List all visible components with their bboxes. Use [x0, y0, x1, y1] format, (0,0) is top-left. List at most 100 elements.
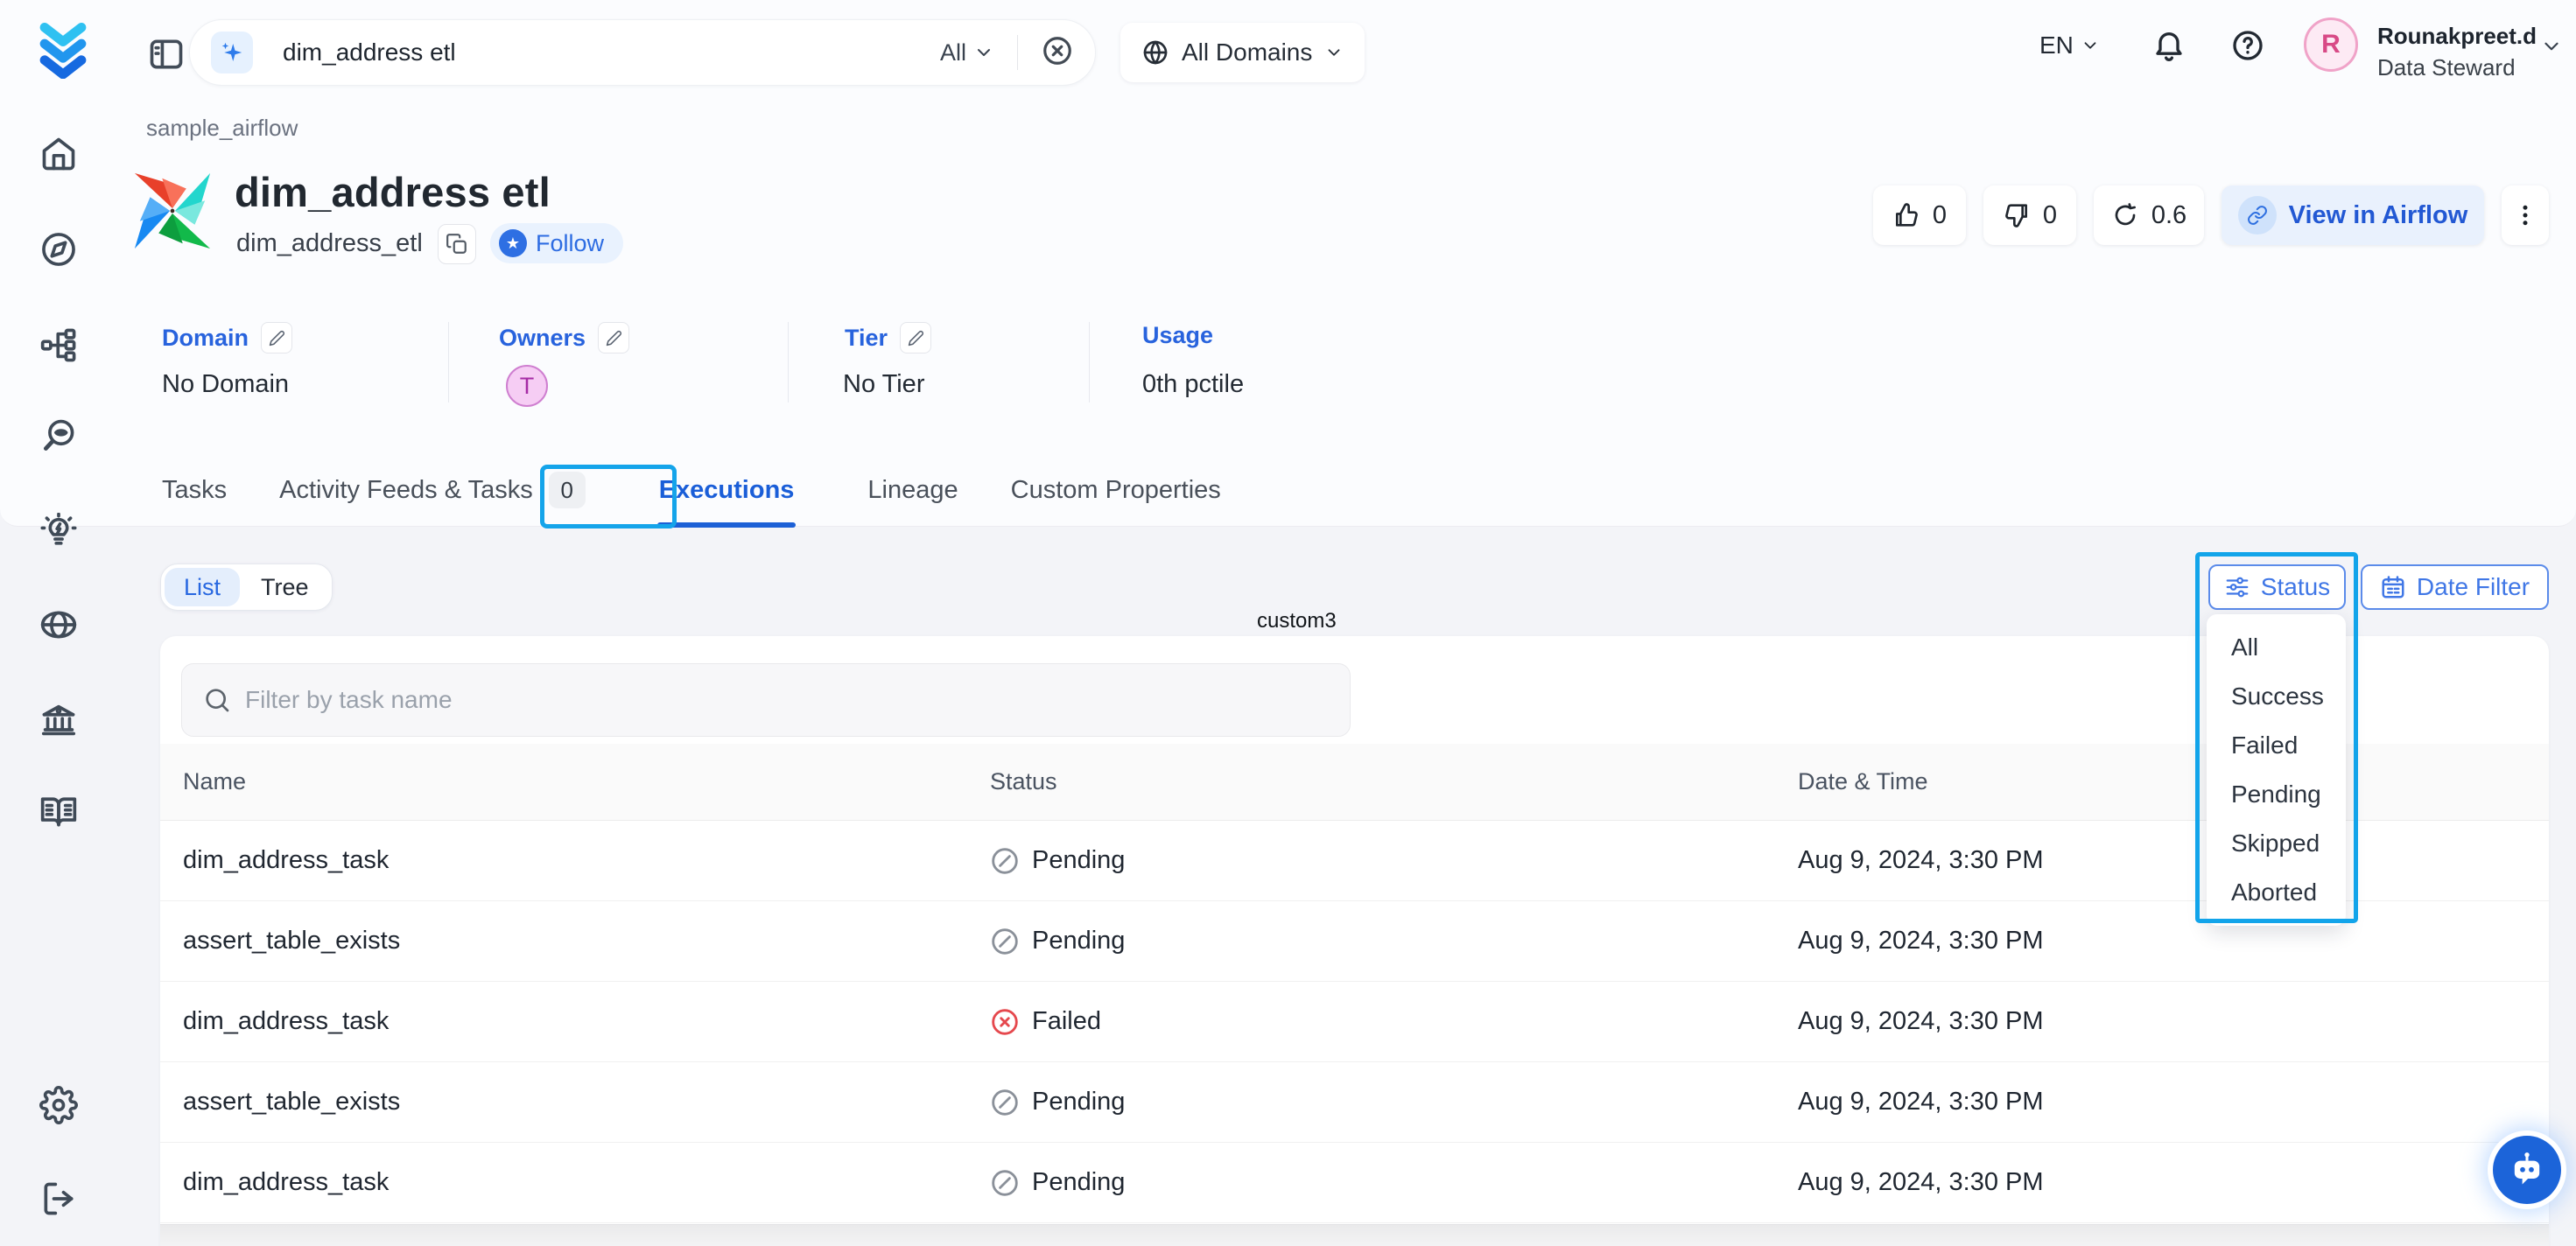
table-header: Name Status Date & Time	[160, 744, 2549, 821]
task-name: dim_address_task	[160, 1007, 967, 1036]
execution-row[interactable]: dim_address_taskFailedAug 9, 2024, 3:30 …	[160, 982, 2549, 1062]
owner-avatar[interactable]: T	[506, 365, 548, 407]
owners-label: Owners	[499, 322, 629, 354]
sidebar-item-domains[interactable]	[39, 606, 78, 644]
tab-tasks[interactable]: Tasks	[162, 476, 227, 508]
pencil-icon	[908, 330, 924, 346]
list-view-toggle[interactable]: List	[165, 568, 240, 606]
upvote-button[interactable]: 0	[1873, 186, 1966, 245]
status-text: Pending	[1032, 846, 1125, 875]
status-text: Pending	[1032, 927, 1125, 956]
task-filter-field[interactable]	[181, 663, 1351, 737]
pending-icon	[990, 1168, 1020, 1198]
task-datetime: Aug 9, 2024, 3:30 PM	[1775, 846, 2549, 875]
downvote-button[interactable]: 0	[1983, 186, 2076, 245]
chatbot-button[interactable]	[2493, 1136, 2561, 1204]
follow-button[interactable]: ★ Follow	[490, 223, 623, 263]
sidebar-item-insights[interactable]	[39, 513, 78, 551]
execution-row[interactable]: assert_table_exists Pending Aug 9, 2024, 3…	[160, 1062, 2549, 1143]
pending-icon	[990, 1088, 1020, 1117]
status-option-skipped[interactable]: Skipped	[2207, 819, 2346, 868]
status-filter-dropdown: AllSuccessFailedPendingSkippedAborted	[2207, 614, 2346, 926]
divider	[788, 322, 789, 402]
search-scope-dropdown[interactable]: All	[940, 39, 994, 66]
executions-tab-highlight-box	[540, 465, 677, 528]
date-filter-button[interactable]: Date Filter	[2361, 564, 2549, 610]
tree-view-toggle[interactable]: Tree	[242, 568, 328, 606]
failed-icon	[990, 1007, 1020, 1037]
airflow-pinwheel-icon	[130, 168, 215, 254]
user-avatar[interactable]: R	[2304, 18, 2358, 72]
view-toggle: List Tree	[160, 564, 333, 611]
tab-custom-properties[interactable]: Custom Properties	[1011, 476, 1221, 508]
edit-domain-button[interactable]	[261, 322, 292, 354]
sidebar-item-glossary[interactable]	[39, 792, 78, 830]
score-button[interactable]: 0.6	[2094, 186, 2204, 245]
status-option-failed[interactable]: Failed	[2207, 721, 2346, 770]
sidebar-item-lineage[interactable]	[39, 326, 78, 364]
chevron-down-icon	[1324, 43, 1344, 62]
follow-label: Follow	[536, 230, 604, 257]
status-option-all[interactable]: All	[2207, 623, 2346, 672]
view-in-airflow-button[interactable]: View in Airflow	[2222, 186, 2484, 245]
breadcrumb[interactable]: sample_airflow	[146, 115, 298, 142]
task-datetime: Aug 9, 2024, 3:30 PM	[1775, 927, 2549, 956]
pipeline-details-page: dim_address etl All All Domains EN	[0, 0, 2576, 1246]
execution-row[interactable]: dim_address_taskPendingAug 9, 2024, 3:30…	[160, 1143, 2549, 1223]
edit-owners-button[interactable]	[598, 322, 629, 354]
sidebar-item-observability[interactable]	[39, 417, 78, 456]
task-filter-input[interactable]	[245, 686, 1329, 714]
language-label: EN	[2039, 32, 2074, 60]
sidebar-item-home[interactable]	[39, 135, 78, 173]
link-icon	[2238, 196, 2277, 234]
copy-icon	[446, 233, 468, 256]
global-search-bar[interactable]: dim_address etl All	[189, 19, 1096, 86]
execution-row[interactable]: dim_address_taskPendingAug 9, 2024, 3:30…	[160, 821, 2549, 901]
pending-icon	[990, 846, 1020, 876]
user-role: Data Steward	[2377, 54, 2516, 81]
tab-label: Lineage	[867, 476, 958, 505]
page-title: dim_address etl	[235, 168, 551, 216]
status-option-success[interactable]: Success	[2207, 672, 2346, 721]
status-option-pending[interactable]: Pending	[2207, 770, 2346, 819]
sidebar-item-settings[interactable]	[39, 1086, 78, 1124]
language-selector[interactable]: EN	[2039, 32, 2100, 60]
upvote-count: 0	[1933, 201, 1947, 230]
robot-icon	[2507, 1150, 2547, 1190]
search-scope-value: All	[940, 39, 966, 66]
user-menu-chevron-icon[interactable]	[2540, 35, 2563, 62]
tab-label: Executions	[659, 476, 795, 505]
status-option-aborted[interactable]: Aborted	[2207, 868, 2346, 917]
sidebar-item-explore[interactable]	[39, 230, 78, 269]
score-value: 0.6	[2151, 201, 2186, 230]
divider	[1089, 322, 1090, 402]
task-datetime: Aug 9, 2024, 3:30 PM	[1775, 1007, 2549, 1036]
clear-search-icon[interactable]	[1041, 34, 1074, 72]
task-datetime: Aug 9, 2024, 3:30 PM	[1775, 1088, 2549, 1116]
viewport-cut-row	[160, 1224, 2549, 1246]
tier-value: No Tier	[843, 370, 924, 399]
status-text: Pending	[1032, 1088, 1125, 1116]
date-filter-label: Date Filter	[2417, 573, 2530, 601]
all-domains-button[interactable]: All Domains	[1120, 23, 1365, 82]
status-filter-button[interactable]: Status	[2208, 564, 2346, 610]
sliders-icon	[2224, 574, 2250, 600]
edit-tier-button[interactable]	[900, 322, 931, 354]
help-icon[interactable]	[2230, 28, 2265, 67]
globe-icon	[1141, 38, 1169, 66]
logout-icon[interactable]	[39, 1180, 78, 1218]
search-input[interactable]: dim_address etl	[283, 38, 940, 66]
all-domains-label: All Domains	[1182, 38, 1312, 66]
thumbs-down-icon	[2003, 201, 2031, 229]
tab-lineage[interactable]: Lineage	[867, 476, 958, 508]
sidebar-item-governance[interactable]	[39, 701, 78, 739]
more-options-button[interactable]	[2502, 186, 2549, 245]
app-logo-icon[interactable]	[39, 21, 88, 79]
notifications-bell-icon[interactable]	[2151, 28, 2186, 67]
tab-label: Tasks	[162, 476, 227, 505]
star-icon: ★	[499, 229, 527, 257]
sidebar-toggle-icon[interactable]	[147, 35, 186, 78]
task-name: assert_table_exists	[160, 1088, 967, 1116]
copy-button[interactable]	[438, 224, 476, 264]
execution-row[interactable]: assert_table_existsPendingAug 9, 2024, 3…	[160, 901, 2549, 982]
